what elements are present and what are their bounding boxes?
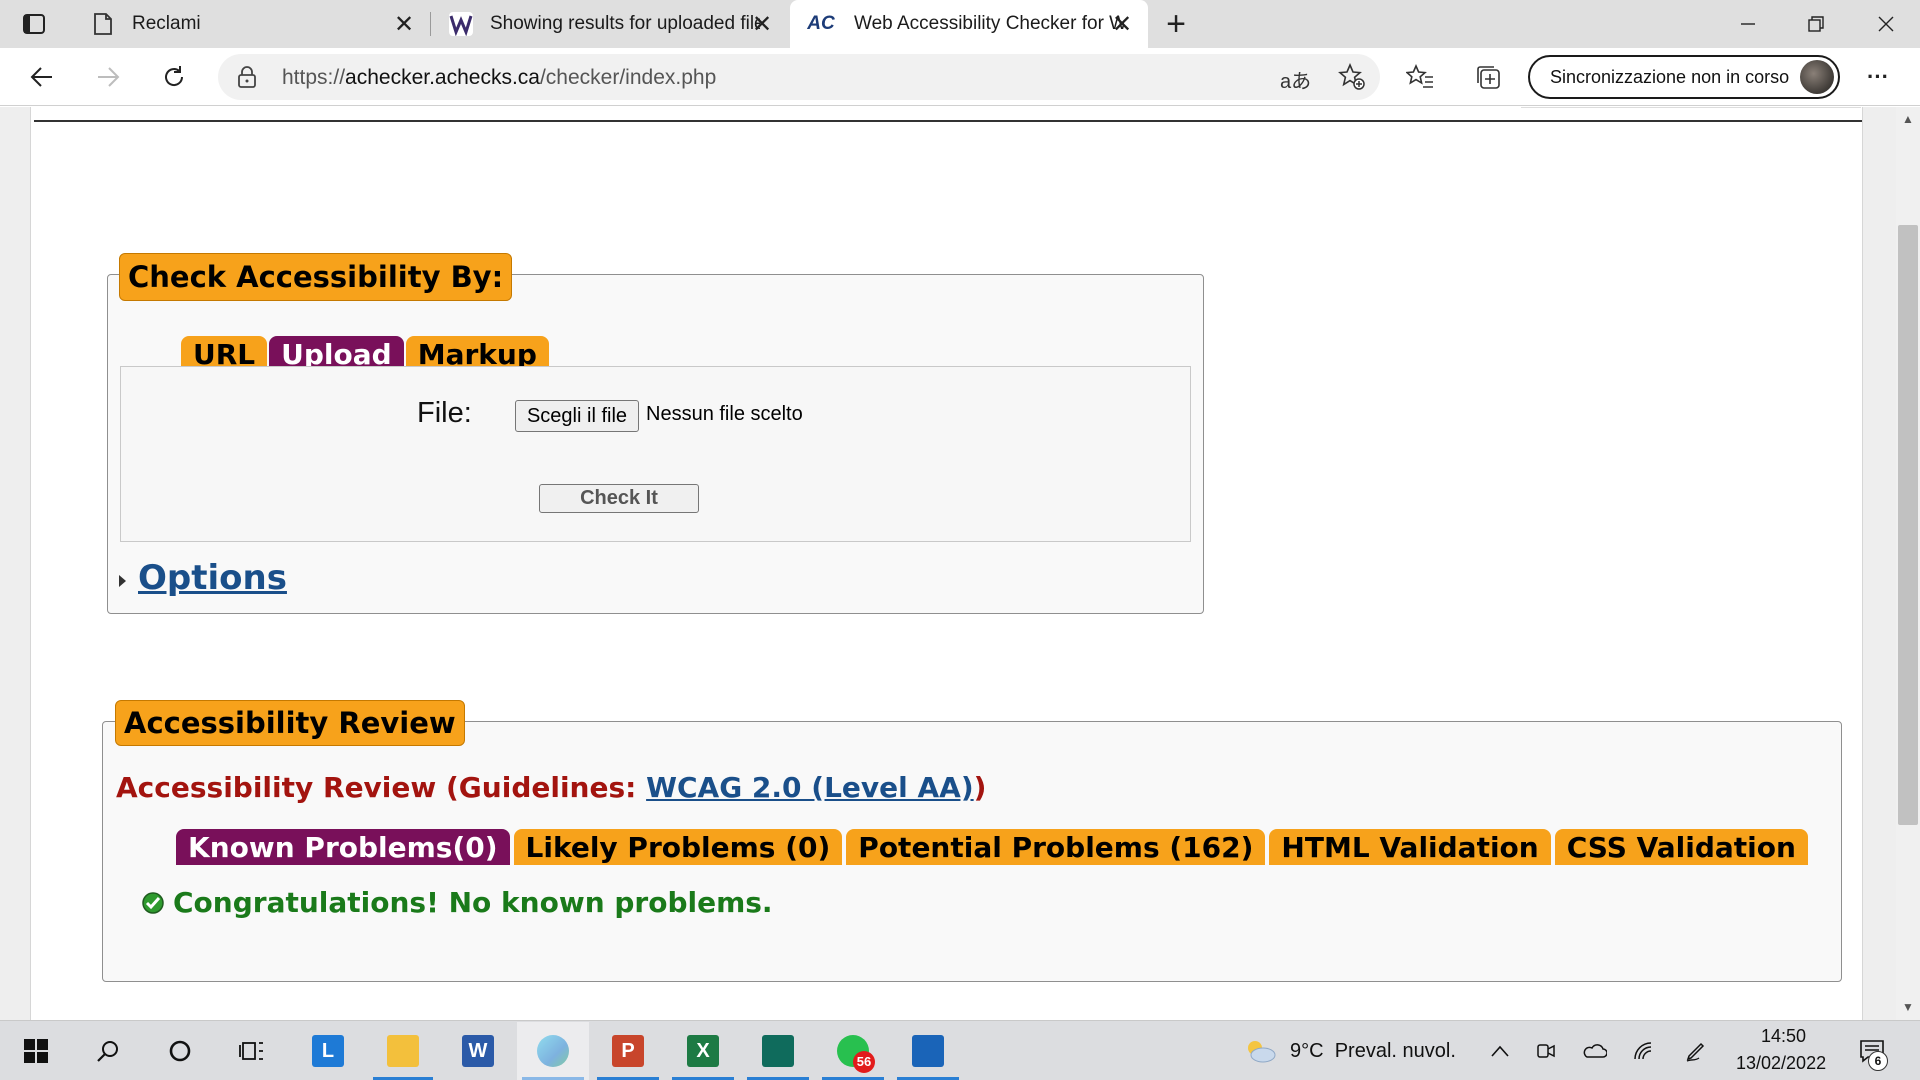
forward-button[interactable] xyxy=(88,57,128,97)
tab-css-validation[interactable]: CSS Validation xyxy=(1554,829,1808,865)
page-viewport: Check Accessibility By: URL Upload Marku… xyxy=(0,107,1920,1020)
page-icon xyxy=(90,11,116,37)
expand-triangle-icon xyxy=(119,575,126,587)
translate-icon[interactable]: aあ xyxy=(1280,65,1311,94)
onedrive-icon[interactable] xyxy=(1574,1031,1614,1071)
clock-time[interactable]: 14:50 xyxy=(1761,1026,1806,1047)
start-icon[interactable] xyxy=(16,1031,56,1071)
check-accessibility-legend: Check Accessibility By: xyxy=(119,253,513,301)
close-tab-icon[interactable]: ✕ xyxy=(392,11,416,38)
header-divider xyxy=(34,120,1862,122)
guideline-link[interactable]: WCAG 2.0 (Level AA) xyxy=(646,771,974,804)
avatar xyxy=(1800,60,1834,94)
file-label: File: xyxy=(417,397,472,429)
browser-tab-strip: Reclami ✕ Showing results for uploaded f… xyxy=(0,0,1920,48)
address-bar[interactable]: https://achecker.achecks.ca/checker/inde… xyxy=(218,54,1380,100)
scroll-thumb[interactable] xyxy=(1898,225,1918,825)
scroll-down-icon[interactable]: ▼ xyxy=(1900,999,1916,1015)
header-divider-tab xyxy=(1521,107,1861,110)
settings-more-button[interactable]: ··· xyxy=(1858,57,1898,97)
scroll-up-icon[interactable]: ▲ xyxy=(1900,111,1916,127)
more-dots-icon: ··· xyxy=(1867,64,1889,89)
meet-now-icon[interactable] xyxy=(1526,1031,1566,1071)
chevron-up-icon[interactable] xyxy=(1480,1031,1520,1071)
wave-logo-icon xyxy=(448,11,474,37)
back-button[interactable] xyxy=(22,57,62,97)
browser-tab-achecker[interactable]: AC Web Accessibility Checker for WCAG ✕ xyxy=(790,0,1148,48)
check-mark-icon xyxy=(142,891,164,914)
weather-icon[interactable] xyxy=(1240,1031,1280,1071)
options-link[interactable]: Options xyxy=(138,558,287,598)
minimize-icon xyxy=(1741,23,1755,25)
refresh-button[interactable] xyxy=(154,57,194,97)
collections-button[interactable] xyxy=(1468,57,1508,97)
task-view-icon[interactable] xyxy=(232,1031,272,1071)
pen-icon[interactable] xyxy=(1676,1031,1716,1071)
excel-icon[interactable]: X xyxy=(687,1035,719,1067)
browser-tab-reclami[interactable]: Reclami ✕ xyxy=(72,0,430,48)
page-content: Check Accessibility By: URL Upload Marku… xyxy=(30,107,1863,1020)
tab-title: Web Accessibility Checker for WCAG xyxy=(854,13,1124,34)
choose-file-button[interactable]: Scegli il file xyxy=(515,400,639,432)
weather-text[interactable]: 9°C Preval. nuvol. xyxy=(1290,1040,1456,1063)
tab-html-validation[interactable]: HTML Validation xyxy=(1269,829,1551,865)
tab-title: Showing results for uploaded file xyxy=(490,13,760,34)
result-message-text: Congratulations! No known problems. xyxy=(173,886,773,919)
accessibility-review-legend: Accessibility Review xyxy=(115,700,465,746)
powerpoint-icon[interactable]: P xyxy=(612,1035,644,1067)
notification-count-badge: 6 xyxy=(1868,1051,1888,1071)
publisher-icon[interactable] xyxy=(762,1035,794,1067)
browser-toolbar: https://achecker.achecks.ca/checker/inde… xyxy=(0,48,1920,106)
whatsapp-badge: 56 xyxy=(853,1051,875,1073)
file-status-text: Nessun file scelto xyxy=(646,403,803,425)
review-result-tabs: Known Problems(0) Likely Problems (0) Po… xyxy=(176,829,1812,865)
upload-panel xyxy=(120,366,1191,542)
favorites-button[interactable] xyxy=(1400,57,1440,97)
forward-arrow-icon xyxy=(98,67,120,87)
windows-taskbar: L W P X 56 9°C Preval. nuvol. 14:50 13/0… xyxy=(0,1020,1920,1080)
restore-button[interactable] xyxy=(1782,0,1850,48)
tab-actions-button[interactable] xyxy=(16,8,52,40)
add-favorite-icon[interactable] xyxy=(1338,62,1366,96)
tab-actions-icon xyxy=(23,14,45,34)
restore-icon xyxy=(1808,16,1824,32)
close-tab-icon[interactable]: ✕ xyxy=(750,11,774,38)
cortana-icon[interactable] xyxy=(160,1031,200,1071)
lock-icon[interactable] xyxy=(238,66,256,93)
options-toggle[interactable]: Options xyxy=(119,558,287,598)
photos-icon[interactable] xyxy=(912,1035,944,1067)
lexmark-app-icon[interactable]: L xyxy=(312,1035,344,1067)
tab-potential-problems[interactable]: Potential Problems (162) xyxy=(846,829,1266,865)
clock-date[interactable]: 13/02/2022 xyxy=(1736,1053,1826,1074)
result-message: Congratulations! No known problems. xyxy=(141,886,773,919)
page-scrollbar[interactable]: ▲ ▼ xyxy=(1896,107,1920,1020)
new-tab-button[interactable]: + xyxy=(1158,6,1194,42)
favorites-icon xyxy=(1406,64,1433,88)
file-explorer-icon[interactable] xyxy=(387,1035,419,1067)
tab-title: Reclami xyxy=(132,13,201,34)
search-icon[interactable] xyxy=(88,1031,128,1071)
browser-tab-wave-results[interactable]: Showing results for uploaded file ✕ xyxy=(430,0,788,48)
minimize-button[interactable] xyxy=(1714,0,1782,48)
back-arrow-icon xyxy=(30,67,52,87)
tab-known-problems[interactable]: Known Problems(0) xyxy=(176,829,510,865)
refresh-icon xyxy=(165,66,184,86)
sync-profile-button[interactable]: Sincronizzazione non in corso xyxy=(1528,55,1840,99)
tab-likely-problems[interactable]: Likely Problems (0) xyxy=(513,829,843,865)
collections-icon xyxy=(1477,66,1500,89)
review-guidelines-title: Accessibility Review (Guidelines: WCAG 2… xyxy=(116,771,987,804)
url-text: https://achecker.achecks.ca/checker/inde… xyxy=(282,66,717,89)
sync-status-label: Sincronizzazione non in corso xyxy=(1550,66,1790,87)
close-window-button[interactable] xyxy=(1852,0,1920,48)
close-tab-icon[interactable]: ✕ xyxy=(1110,11,1134,38)
word-icon[interactable]: W xyxy=(462,1035,494,1067)
close-icon xyxy=(1878,16,1894,32)
active-app-highlight xyxy=(517,1022,589,1080)
ac-logo-icon: AC xyxy=(807,13,835,34)
check-it-button[interactable]: Check It xyxy=(539,484,699,513)
wifi-icon[interactable] xyxy=(1624,1031,1664,1071)
